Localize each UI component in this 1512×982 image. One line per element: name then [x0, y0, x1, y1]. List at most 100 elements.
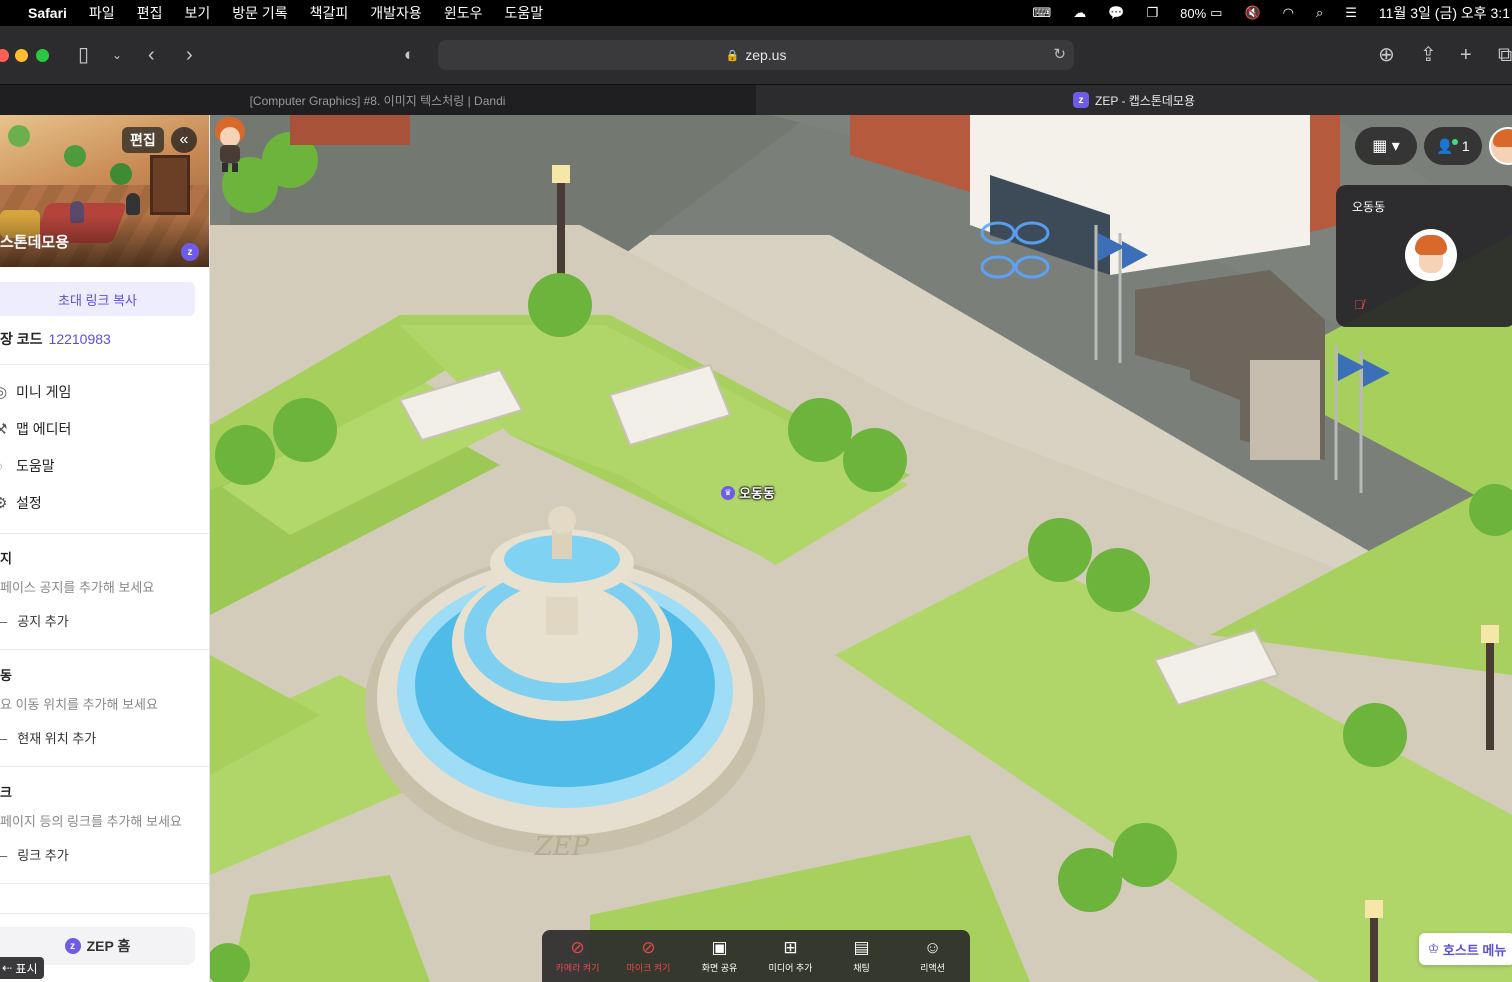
player-nametag: ♛ 오동동 — [721, 483, 775, 502]
keyboard-icon[interactable]: ⌨ — [1033, 5, 1052, 21]
menu-edit[interactable]: 편집 — [137, 3, 163, 23]
mute-icon[interactable]: 🔇 — [1244, 5, 1260, 21]
close-window-button[interactable] — [0, 49, 9, 62]
mic-off-icon: ⊘ — [641, 937, 656, 957]
collapse-sidebar-icon[interactable]: « — [171, 127, 197, 153]
menu-window[interactable]: 윈도우 — [444, 3, 483, 23]
plus-icon: – — [0, 731, 8, 746]
control-center-icon[interactable]: ☰ — [1345, 5, 1357, 21]
reload-icon[interactable]: ↻ — [1053, 45, 1066, 63]
zep-logo-icon: z — [181, 243, 199, 261]
search-icon[interactable]: ⌕ — [1316, 5, 1323, 21]
tab-title: ZEP - 캡스톤데모용 — [1094, 93, 1196, 108]
menu-mini-game[interactable]: ◎ 미니 게임 — [0, 380, 71, 404]
screen-share-button[interactable]: ▣ 화면 공유 — [684, 930, 755, 982]
chat-bubble-icon[interactable]: 💬 — [1108, 5, 1124, 21]
arrow-icon: ⇠ — [2, 961, 13, 975]
browser-toolbar: ▯ ⌄ ‹ › ◐ 🔒 zep.us ↻ ⊕ ⇪ + ⧉ — [0, 26, 1512, 84]
zep-logo-icon: z — [64, 938, 81, 954]
zep-home-label: ZEP 홈 — [86, 938, 131, 954]
crown-icon: ♔ — [1427, 941, 1440, 956]
menu-view[interactable]: 보기 — [184, 3, 210, 23]
battery-percent: 80% — [1180, 5, 1207, 21]
zep-favicon-icon: z — [1072, 92, 1089, 108]
move-section-desc: 요 이동 위치를 추가해 보세요 — [0, 697, 158, 712]
host-menu-label: 호스트 메뉴 — [1442, 942, 1507, 958]
back-icon[interactable]: ‹ — [148, 43, 155, 67]
tab-overview-icon[interactable]: ⧉ — [1498, 43, 1512, 67]
participant-count: 1 — [1461, 138, 1470, 154]
space-thumbnail: 편집 « 스톤데모용 z — [0, 115, 209, 267]
zoom-window-button[interactable] — [36, 49, 49, 62]
reaction-button[interactable]: ☺ 리액션 — [897, 930, 968, 982]
menu-history[interactable]: 방문 기록 — [232, 3, 287, 23]
clock[interactable]: 11월 3일 (금) 오후 3:1 — [1379, 3, 1510, 23]
minimize-window-button[interactable] — [15, 49, 28, 62]
privacy-shield-icon[interactable]: ◐ — [404, 43, 414, 67]
add-notice-button[interactable]: – 공지 추가 — [0, 611, 69, 630]
hammer-icon: ⚒ — [0, 420, 16, 438]
battery-icon[interactable]: ▭ — [1210, 5, 1222, 21]
edit-space-button[interactable]: 편집 — [122, 127, 164, 153]
participants-button[interactable]: 👤 1 — [1424, 127, 1482, 165]
media-add-button[interactable]: ⊞ 미디어 추가 — [755, 930, 826, 982]
share-icon[interactable]: ⇪ — [1420, 43, 1437, 67]
gear-icon: ⚙ — [0, 494, 16, 512]
media-add-label: 미디어 추가 — [768, 962, 813, 973]
layout-toggle-button[interactable]: ▦ ▾ — [1355, 127, 1417, 165]
link-section-desc: 페이지 등의 링크를 추가해 보세요 — [0, 814, 182, 829]
link-section-title: 크 — [0, 785, 12, 800]
menu-map-editor[interactable]: ⚒ 맵 에디터 — [0, 417, 71, 441]
add-location-button[interactable]: – 현재 위치 추가 — [0, 728, 96, 747]
menu-settings[interactable]: ⚙ 설정 — [0, 491, 42, 515]
chat-icon: ▤ — [853, 937, 870, 957]
screen-share-label: 화면 공유 — [701, 962, 738, 973]
cloud-icon[interactable]: ☁ — [1073, 5, 1086, 21]
add-link-button[interactable]: – 링크 추가 — [0, 845, 69, 864]
plus-icon: – — [0, 848, 8, 863]
host-menu-button[interactable]: ♔ 호스트 메뉴 — [1419, 933, 1512, 965]
camera-toggle-button[interactable]: ⊘ 카메라 켜기 — [542, 930, 613, 982]
player-character[interactable] — [210, 115, 250, 175]
menu-help[interactable]: ◌ 도움말 — [0, 454, 55, 478]
video-tile[interactable]: 오동동 🎙̸ — [1336, 185, 1512, 327]
add-notice-label: 공지 추가 — [17, 614, 69, 629]
avatar-hair — [1493, 129, 1512, 147]
tab-bar: [Computer Graphics] #8. 이미지 텍스처링 | Dandi… — [0, 84, 1512, 115]
game-map[interactable]: ZEP ▦ ▾ 👤 1 오동동 🎙̸ ♛ 오동동 ⊘ 카메라 켜기 ⊘ 마이크 … — [210, 115, 1512, 982]
wifi-icon[interactable]: ◠ — [1283, 5, 1294, 21]
video-tile-name: 오동동 — [1352, 200, 1386, 214]
address-bar[interactable]: 🔒 zep.us ↻ — [438, 40, 1074, 70]
menu-bookmarks[interactable]: 책갈피 — [310, 3, 349, 23]
menu-develop[interactable]: 개발자용 — [370, 3, 422, 23]
sidebar-toggle-icon[interactable]: ▯ — [78, 43, 89, 67]
app-menu-safari[interactable]: Safari — [28, 5, 67, 21]
mic-off-icon: 🎙̸ — [1354, 297, 1364, 312]
menu-label: 도움말 — [16, 458, 55, 474]
tab-zep[interactable]: z ZEP - 캡스톤데모용 — [756, 85, 1512, 115]
window-icon[interactable]: ❐ — [1146, 5, 1158, 21]
help-icon: ◌ — [0, 458, 16, 475]
media-add-icon: ⊞ — [783, 937, 798, 957]
tab-computer-graphics[interactable]: [Computer Graphics] #8. 이미지 텍스처링 | Dandi — [0, 85, 755, 115]
menu-help[interactable]: 도움말 — [504, 3, 543, 23]
player-name: 오동동 — [739, 486, 775, 501]
video-tile-avatar — [1405, 229, 1457, 281]
notice-section-title: 지 — [0, 551, 12, 566]
space-code-label: 장 코드 — [0, 331, 43, 347]
mic-toggle-button[interactable]: ⊘ 마이크 켜기 — [613, 930, 684, 982]
space-code-value[interactable]: 12210983 — [49, 331, 111, 347]
chevron-down-icon[interactable]: ⌄ — [112, 43, 122, 67]
avatar-hair — [1415, 235, 1447, 255]
menu-file[interactable]: 파일 — [89, 3, 115, 23]
new-tab-icon[interactable]: + — [1460, 43, 1472, 67]
lock-icon: 🔒 — [725, 49, 740, 62]
menu-label: 미니 게임 — [16, 384, 72, 400]
forward-icon[interactable]: › — [186, 43, 193, 67]
crown-icon: ♛ — [721, 485, 735, 500]
camera-off-icon: ⊘ — [570, 937, 585, 957]
chat-button[interactable]: ▤ 채팅 — [826, 930, 897, 982]
copy-invite-link-button[interactable]: 초대 링크 복사 — [0, 282, 195, 316]
reaction-label: 리액션 — [920, 962, 945, 973]
downloads-icon[interactable]: ⊕ — [1378, 43, 1395, 67]
